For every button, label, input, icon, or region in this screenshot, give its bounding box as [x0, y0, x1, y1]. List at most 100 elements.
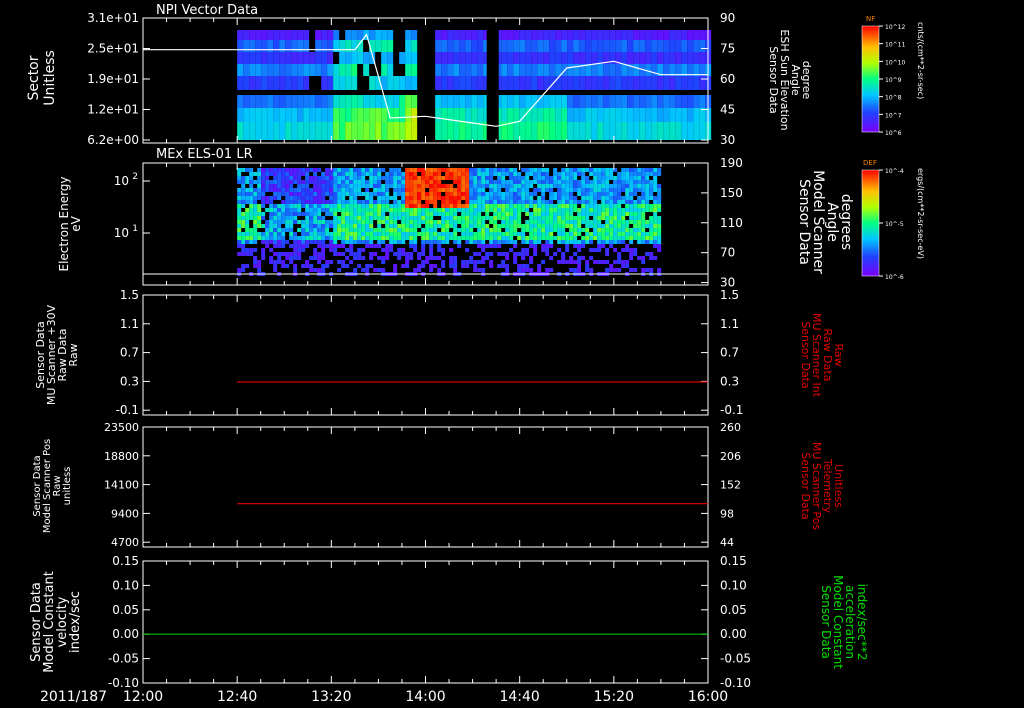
- p1-lticks-label: 3.1e+01: [87, 11, 139, 25]
- p2-heat-cell: [545, 240, 550, 244]
- p1-heat-cell: [663, 95, 670, 108]
- p1-heat-cell: [603, 108, 610, 122]
- cb1-ticks-label: 10^10: [885, 59, 905, 66]
- p2-heat-cell: [269, 216, 274, 220]
- p2-heat-cell: [357, 224, 362, 228]
- p2-heat-cell: [433, 224, 438, 228]
- p2-heat-cell: [273, 192, 278, 196]
- p1-heat-cell: [351, 52, 358, 64]
- p1-heat-cell: [387, 40, 394, 52]
- p2-heat-cell: [621, 224, 626, 228]
- p2-heat-cell: [385, 188, 390, 192]
- p2-heat-cell: [605, 168, 610, 172]
- p2-heat-cell: [649, 224, 654, 228]
- p2-heat-cell: [461, 228, 466, 232]
- p2-heat-cell: [425, 176, 430, 180]
- p2-heat-cell: [289, 216, 294, 220]
- p1-heat-cell: [453, 40, 460, 52]
- p2-heat-cell: [317, 188, 322, 192]
- p1-heat-cell: [519, 64, 526, 76]
- p2-heat-cell: [629, 216, 634, 220]
- p2-heat-cell: [405, 232, 410, 236]
- p2-heat-cell: [349, 244, 354, 248]
- p2-heat-cell: [405, 236, 410, 240]
- p2-heat-cell: [321, 216, 326, 220]
- p1-heat-cell: [327, 30, 334, 40]
- p2-heat-cell: [401, 264, 406, 268]
- p1-heat-cell: [237, 95, 244, 108]
- p1-heat-cell: [243, 76, 250, 90]
- p2-heat-cell: [385, 208, 390, 212]
- p2-heat-cell: [461, 176, 466, 180]
- p2-heat-cell: [321, 172, 326, 176]
- p2-heat-cell: [441, 184, 446, 188]
- p2-heat-cell: [345, 180, 350, 184]
- p1-heat-cell: [609, 64, 616, 76]
- p2-heat-cell: [597, 212, 602, 216]
- p2-heat-cell: [609, 228, 614, 232]
- p2-heat-cell: [637, 256, 642, 260]
- p2-heat-cell: [421, 188, 426, 192]
- p2-heat-cell: [525, 208, 530, 212]
- p2-heat-cell: [285, 192, 290, 196]
- p2-heat-cell: [489, 240, 494, 244]
- p2-heat-cell: [585, 184, 590, 188]
- p2-heat-cell: [577, 228, 582, 232]
- p2-heat-cell: [365, 168, 370, 172]
- p1-heat-cell: [669, 122, 676, 140]
- p2-heat-cell: [457, 208, 462, 212]
- p2-heat-cell: [345, 188, 350, 192]
- p1-heat-cell: [639, 108, 646, 122]
- p2-heat-cell: [601, 176, 606, 180]
- p1-heat-cell: [363, 52, 370, 64]
- p2-heat-cell: [381, 196, 386, 200]
- p2-heat-cell: [425, 256, 430, 260]
- p2-heat-cell: [413, 172, 418, 176]
- p2-heat-cell: [269, 236, 274, 240]
- p2-heat-cell: [385, 192, 390, 196]
- p1-heat-cell: [441, 108, 448, 122]
- p1-heat-cell: [279, 30, 286, 40]
- p2-heat-cell: [249, 248, 254, 252]
- p2-heat-cell: [241, 252, 246, 256]
- p2-heat-cell: [381, 268, 386, 272]
- p2-heat-cell: [513, 240, 518, 244]
- p2-heat-cell: [509, 172, 514, 176]
- p2-heat-cell: [425, 200, 430, 204]
- p2-heat-cell: [625, 236, 630, 240]
- p1-heat-cell: [387, 52, 394, 64]
- p2-heat-cell: [273, 232, 278, 236]
- p2-heat-cell: [569, 200, 574, 204]
- p1-heat-cell: [321, 95, 328, 108]
- p2-heat-cell: [653, 236, 658, 240]
- p2-heat-cell: [625, 208, 630, 212]
- p1-heat-cell: [339, 108, 346, 122]
- p2-heat-cell: [597, 216, 602, 220]
- p2-heat-cell: [657, 248, 662, 252]
- p2-heat-cell: [493, 196, 498, 200]
- panel2-rlabel-3: Angle: [824, 202, 840, 242]
- p2-heat-cell: [537, 224, 542, 228]
- p2-heat-cell: [261, 168, 266, 172]
- p2-heat-cell: [429, 200, 434, 204]
- p2-heat-cell: [593, 192, 598, 196]
- p2-heat-cell: [253, 192, 258, 196]
- p2-heat-cell: [441, 260, 446, 264]
- p2-heat-cell: [477, 208, 482, 212]
- p2-heat-cell: [525, 204, 530, 208]
- p2-heat-cell: [489, 168, 494, 172]
- p1-heat-cell: [465, 40, 472, 52]
- p2-heat-cell: [509, 196, 514, 200]
- p2-heat-cell: [493, 184, 498, 188]
- p2-heat-cell: [409, 176, 414, 180]
- p2-heat-cell: [525, 220, 530, 224]
- p2-heat-cell: [293, 168, 298, 172]
- p2-heat-cell: [357, 188, 362, 192]
- p2-heat-cell: [297, 240, 302, 244]
- p2-heat-cell: [249, 232, 254, 236]
- p2-heat-cell: [369, 264, 374, 268]
- p2-heat-cell: [321, 196, 326, 200]
- p2-heat-cell: [473, 264, 478, 268]
- p1-heat-cell: [621, 52, 628, 64]
- p2-heat-cell: [557, 260, 562, 264]
